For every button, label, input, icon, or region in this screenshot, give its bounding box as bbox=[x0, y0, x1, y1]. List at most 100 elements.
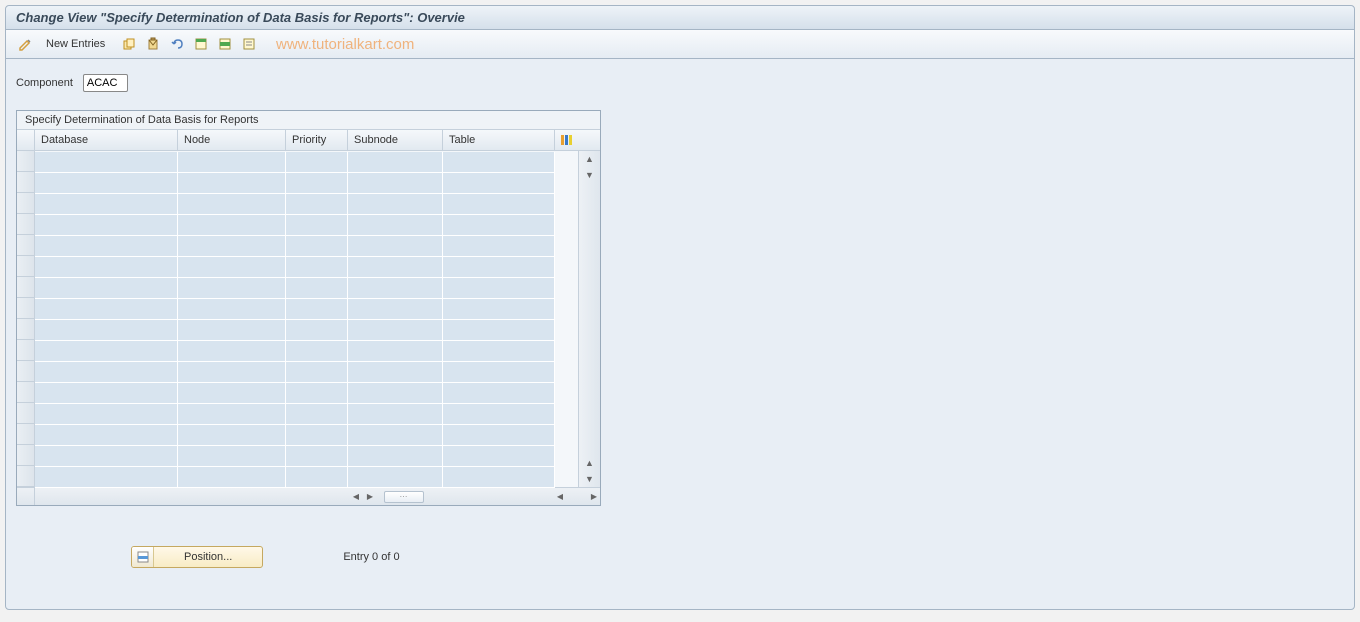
cell-table[interactable] bbox=[443, 236, 555, 257]
hscroll-right-button-2[interactable]: ▶ bbox=[588, 490, 600, 504]
cell-node[interactable] bbox=[178, 362, 286, 383]
cell-node[interactable] bbox=[178, 215, 286, 236]
cell-database[interactable] bbox=[35, 173, 178, 194]
cell-priority[interactable] bbox=[286, 173, 348, 194]
row-selector[interactable] bbox=[17, 172, 35, 193]
column-header-node[interactable]: Node bbox=[178, 130, 286, 150]
cell-table[interactable] bbox=[443, 173, 555, 194]
row-selector[interactable] bbox=[17, 403, 35, 424]
cell-database[interactable] bbox=[35, 467, 178, 488]
cell-database[interactable] bbox=[35, 383, 178, 404]
select-all-button[interactable] bbox=[191, 34, 211, 54]
delete-button[interactable] bbox=[143, 34, 163, 54]
cell-subnode[interactable] bbox=[348, 425, 443, 446]
cell-priority[interactable] bbox=[286, 320, 348, 341]
cell-database[interactable] bbox=[35, 446, 178, 467]
cell-subnode[interactable] bbox=[348, 320, 443, 341]
component-input[interactable] bbox=[83, 74, 128, 92]
cell-table[interactable] bbox=[443, 404, 555, 425]
cell-table[interactable] bbox=[443, 299, 555, 320]
scroll-up-button[interactable]: ▲ bbox=[579, 151, 600, 167]
scroll-track[interactable] bbox=[579, 183, 600, 455]
cell-table[interactable] bbox=[443, 215, 555, 236]
cell-priority[interactable] bbox=[286, 341, 348, 362]
toggle-display-change-button[interactable] bbox=[16, 34, 36, 54]
cell-subnode[interactable] bbox=[348, 383, 443, 404]
cell-subnode[interactable] bbox=[348, 236, 443, 257]
cell-priority[interactable] bbox=[286, 404, 348, 425]
cell-database[interactable] bbox=[35, 320, 178, 341]
cell-node[interactable] bbox=[178, 236, 286, 257]
cell-node[interactable] bbox=[178, 383, 286, 404]
row-selector[interactable] bbox=[17, 466, 35, 487]
cell-database[interactable] bbox=[35, 404, 178, 425]
cell-subnode[interactable] bbox=[348, 467, 443, 488]
cell-priority[interactable] bbox=[286, 383, 348, 404]
new-entries-button[interactable]: New Entries bbox=[40, 36, 111, 52]
row-selector[interactable] bbox=[17, 277, 35, 298]
deselect-all-button[interactable] bbox=[239, 34, 259, 54]
cell-table[interactable] bbox=[443, 446, 555, 467]
position-button[interactable]: Position... bbox=[131, 546, 263, 568]
cell-priority[interactable] bbox=[286, 257, 348, 278]
cell-database[interactable] bbox=[35, 362, 178, 383]
hscroll-right-button[interactable]: ▶ bbox=[364, 490, 376, 504]
row-selector[interactable] bbox=[17, 340, 35, 361]
cell-table[interactable] bbox=[443, 320, 555, 341]
row-selector[interactable] bbox=[17, 214, 35, 235]
row-selector[interactable] bbox=[17, 193, 35, 214]
cell-database[interactable] bbox=[35, 152, 178, 173]
cell-priority[interactable] bbox=[286, 299, 348, 320]
select-block-button[interactable] bbox=[215, 34, 235, 54]
cell-table[interactable] bbox=[443, 425, 555, 446]
cell-priority[interactable] bbox=[286, 236, 348, 257]
cell-priority[interactable] bbox=[286, 278, 348, 299]
cell-node[interactable] bbox=[178, 257, 286, 278]
cell-priority[interactable] bbox=[286, 467, 348, 488]
cell-database[interactable] bbox=[35, 257, 178, 278]
cell-table[interactable] bbox=[443, 341, 555, 362]
row-selector[interactable] bbox=[17, 151, 35, 172]
table-config-button[interactable] bbox=[555, 130, 577, 150]
cell-subnode[interactable] bbox=[348, 404, 443, 425]
row-selector-header[interactable] bbox=[17, 130, 35, 150]
cell-priority[interactable] bbox=[286, 362, 348, 383]
cell-table[interactable] bbox=[443, 194, 555, 215]
cell-subnode[interactable] bbox=[348, 257, 443, 278]
cell-subnode[interactable] bbox=[348, 299, 443, 320]
cell-database[interactable] bbox=[35, 236, 178, 257]
cell-table[interactable] bbox=[443, 278, 555, 299]
cell-database[interactable] bbox=[35, 278, 178, 299]
cell-table[interactable] bbox=[443, 257, 555, 278]
cell-subnode[interactable] bbox=[348, 152, 443, 173]
cell-subnode[interactable] bbox=[348, 215, 443, 236]
cell-node[interactable] bbox=[178, 299, 286, 320]
column-header-table[interactable]: Table bbox=[443, 130, 555, 150]
cell-database[interactable] bbox=[35, 215, 178, 236]
cell-database[interactable] bbox=[35, 425, 178, 446]
cell-priority[interactable] bbox=[286, 152, 348, 173]
cell-priority[interactable] bbox=[286, 425, 348, 446]
cell-node[interactable] bbox=[178, 278, 286, 299]
scroll-up-button-bottom[interactable]: ▲ bbox=[579, 455, 600, 471]
row-selector[interactable] bbox=[17, 424, 35, 445]
cell-table[interactable] bbox=[443, 467, 555, 488]
hscroll-left-button-2[interactable]: ◀ bbox=[554, 490, 566, 504]
cell-priority[interactable] bbox=[286, 215, 348, 236]
cell-subnode[interactable] bbox=[348, 362, 443, 383]
row-selector[interactable] bbox=[17, 235, 35, 256]
column-header-subnode[interactable]: Subnode bbox=[348, 130, 443, 150]
cell-subnode[interactable] bbox=[348, 278, 443, 299]
cell-node[interactable] bbox=[178, 194, 286, 215]
cell-priority[interactable] bbox=[286, 446, 348, 467]
hscroll-thumb[interactable]: ⋯ bbox=[384, 491, 424, 503]
cell-node[interactable] bbox=[178, 152, 286, 173]
cell-table[interactable] bbox=[443, 362, 555, 383]
cell-subnode[interactable] bbox=[348, 341, 443, 362]
cell-subnode[interactable] bbox=[348, 194, 443, 215]
column-header-priority[interactable]: Priority bbox=[286, 130, 348, 150]
cell-database[interactable] bbox=[35, 299, 178, 320]
row-selector[interactable] bbox=[17, 319, 35, 340]
cell-table[interactable] bbox=[443, 383, 555, 404]
cell-subnode[interactable] bbox=[348, 173, 443, 194]
